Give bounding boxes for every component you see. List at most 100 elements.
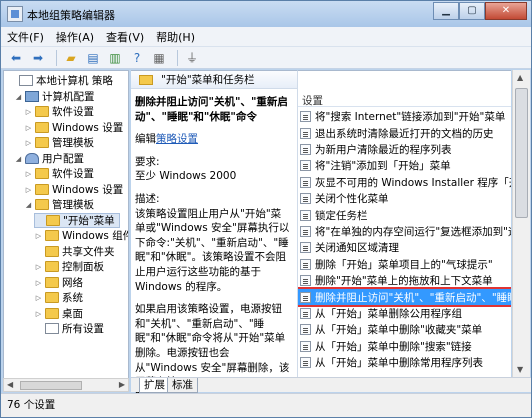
folder-icon: [45, 308, 59, 319]
tree-item[interactable]: ▷ 网络: [34, 275, 83, 290]
folder-icon: [45, 292, 59, 303]
tree-item[interactable]: 共享文件夹: [34, 244, 115, 259]
chevron-right-icon[interactable]: ▷: [24, 108, 33, 116]
scroll-down-icon[interactable]: ▼: [517, 365, 523, 374]
scroll-thumb[interactable]: [515, 88, 528, 218]
help-icon[interactable]: ?: [128, 50, 146, 66]
minimize-icon[interactable]: ▁: [433, 2, 459, 20]
setting-row[interactable]: 删除「开始」菜单项目上的"气球提示": [298, 257, 511, 272]
setting-row[interactable]: 删除"开始"菜单上的拖放和上下文菜单: [298, 273, 511, 288]
tree-item[interactable]: ▷ 控制面板: [34, 259, 104, 274]
setting-label: 将"搜索 Internet"链接添加到"开始"菜单: [315, 111, 506, 124]
tree-item[interactable]: ▷ 系统: [34, 290, 83, 305]
setting-row[interactable]: 从「开始」菜单中删除"搜索"链接: [298, 339, 511, 354]
tree-item[interactable]: ▷ Windows 设置: [24, 120, 123, 135]
show-hide-tree-icon[interactable]: ▤: [84, 50, 102, 66]
setting-row[interactable]: 关闭个性化菜单: [298, 191, 511, 206]
description-text: 该策略设置阻止用户从"开始"菜单或"Windows 安全"屏幕执行以下命令:"关…: [135, 207, 290, 293]
maximize-icon[interactable]: ▢: [459, 2, 485, 20]
tree-item[interactable]: ▷ 软件设置: [24, 166, 94, 181]
setting-row[interactable]: 退出系统时清除最近打开的文档的历史: [298, 125, 511, 140]
settings-vertical-scrollbar[interactable]: ▲ ▼: [512, 70, 530, 377]
setting-row-selected[interactable]: 删除并阻止访问"关机"、"重新启动"、"睡眠": [298, 287, 511, 307]
tree-item-start-menu[interactable]: "开始"菜单: [34, 213, 120, 228]
setting-row[interactable]: 从「开始」菜单中删除常用程序列表: [298, 355, 511, 370]
policy-setting-icon: [300, 340, 311, 352]
setting-row[interactable]: 为新用户清除最近的程序列表: [298, 142, 511, 157]
tree-item[interactable]: ▷ 桌面: [34, 306, 83, 321]
scroll-left-icon[interactable]: ◀: [7, 380, 13, 389]
tree-item-label: 计算机配置: [42, 91, 95, 103]
menu-view[interactable]: 查看(V): [100, 29, 150, 45]
status-bar: 76 个设置: [1, 393, 531, 417]
setting-row[interactable]: 将"搜索 Internet"链接添加到"开始"菜单: [298, 109, 511, 124]
chevron-right-icon[interactable]: ▷: [34, 263, 43, 271]
tab-standard[interactable]: 标准: [167, 378, 198, 393]
up-folder-icon[interactable]: ▰: [62, 50, 80, 66]
chevron-right-icon[interactable]: ▷: [24, 124, 33, 132]
computer-icon: [25, 91, 39, 102]
close-icon[interactable]: ✕: [485, 2, 527, 20]
chevron-right-icon[interactable]: ▷: [24, 186, 33, 194]
folder-icon: [45, 246, 59, 257]
forward-arrow-icon[interactable]: ➡: [29, 50, 47, 66]
tree-item[interactable]: 本地计算机 策略: [8, 73, 113, 88]
tree-item[interactable]: 所有设置: [34, 321, 104, 336]
settings-list: 设置 将"搜索 Internet"链接添加到"开始"菜单 退出系统时清除最近打开的…: [297, 70, 511, 377]
policy-setting-icon: [300, 209, 311, 221]
tree-item[interactable]: ▷ 管理模板: [24, 135, 94, 150]
scroll-up-icon[interactable]: ▲: [517, 73, 523, 82]
setting-row[interactable]: 将"注销"添加到「开始」菜单: [298, 158, 511, 173]
tree-item[interactable]: ◢ 管理模板: [24, 197, 94, 212]
edit-policy-link[interactable]: 策略设置: [156, 133, 198, 145]
chevron-right-icon[interactable]: ▷: [34, 232, 43, 240]
chevron-right-icon[interactable]: ▷: [24, 139, 33, 147]
scroll-thumb[interactable]: [20, 381, 82, 390]
menu-action[interactable]: 操作(A): [50, 29, 100, 45]
tree-item[interactable]: ▷ Windows 设置: [24, 182, 123, 197]
policy-setting-icon: [300, 160, 311, 172]
setting-row[interactable]: 关闭通知区域清理: [298, 240, 511, 255]
menu-help[interactable]: 帮助(H): [150, 29, 201, 45]
pane-header: "开始"菜单和任务栏: [131, 71, 297, 89]
tree-item[interactable]: ▷ 软件设置: [24, 104, 94, 119]
setting-label: 退出系统时清除最近打开的文档的历史: [315, 127, 494, 140]
setting-row[interactable]: 从「开始」菜单中删除"收藏夹"菜单: [298, 322, 511, 337]
setting-row[interactable]: 灰显不可用的 Windows Installer 程序「开始」菜单: [298, 175, 511, 190]
setting-label: 将"在单独的内存空间运行"复选框添加到"运行": [315, 225, 511, 238]
policy-setting-icon: [300, 258, 311, 270]
chevron-down-icon[interactable]: ◢: [24, 201, 33, 209]
description-label: 描述:: [135, 192, 160, 205]
menu-file[interactable]: 文件(F): [1, 29, 50, 45]
setting-label: 灰显不可用的 Windows Installer 程序「开始」菜单: [315, 176, 511, 189]
setting-label: 删除并阻止访问"关机"、"重新启动"、"睡眠": [315, 291, 511, 304]
setting-row[interactable]: 锁定任务栏: [298, 207, 511, 222]
properties-icon[interactable]: ▦: [150, 50, 168, 66]
setting-row[interactable]: 将"在单独的内存空间运行"复选框添加到"运行": [298, 224, 511, 239]
scroll-right-icon[interactable]: ▶: [119, 380, 125, 389]
tree-item[interactable]: ▷ Windows 组件: [34, 228, 128, 243]
chevron-right-icon[interactable]: ▷: [24, 170, 33, 178]
policy-setting-icon: [300, 242, 311, 254]
setting-row[interactable]: 从「开始」菜单删除公用程序组: [298, 306, 511, 321]
back-arrow-icon[interactable]: ⬅: [7, 50, 25, 66]
tree-item[interactable]: ◢ 用户配置: [14, 151, 84, 166]
toolbar-separator: [56, 49, 57, 66]
chevron-down-icon[interactable]: ◢: [14, 155, 23, 163]
chevron-right-icon[interactable]: ▷: [34, 294, 43, 302]
export-list-icon[interactable]: ▥: [106, 50, 124, 66]
chevron-down-icon[interactable]: ◢: [14, 93, 23, 101]
chevron-right-icon[interactable]: ▷: [34, 310, 43, 318]
chevron-right-icon[interactable]: ▷: [34, 279, 43, 287]
tab-extended[interactable]: 扩展: [139, 378, 170, 393]
title-bar[interactable]: 本地组策略编辑器 ▁ ▢ ✕: [1, 1, 531, 27]
setting-label: 从「开始」菜单删除公用程序组: [315, 307, 462, 320]
setting-label: 删除「开始」菜单项目上的"气球提示": [315, 258, 493, 271]
folder-icon: [35, 168, 49, 179]
setting-label: 关闭通知区域清理: [315, 242, 399, 255]
toolbar-separator: [177, 49, 178, 66]
tree-item[interactable]: ◢ 计算机配置: [14, 89, 95, 104]
filter-icon[interactable]: ⏚: [183, 50, 201, 66]
settings-header: [298, 71, 511, 108]
tree-horizontal-scrollbar[interactable]: ◀ ▶: [3, 378, 129, 392]
